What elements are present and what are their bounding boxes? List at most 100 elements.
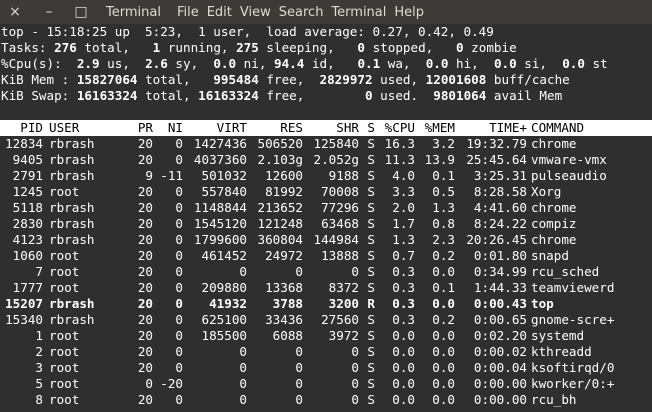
cell-time: 0:34.99 bbox=[473, 264, 527, 279]
cell-state: R bbox=[367, 296, 375, 311]
cell-user: root bbox=[49, 248, 80, 263]
cell-mem: 0.0 bbox=[432, 392, 455, 407]
cell-ni: 0 bbox=[175, 184, 183, 199]
cell-pr: PR bbox=[137, 120, 153, 135]
cell-shr: 3200 bbox=[328, 296, 359, 311]
cell-shr: 63468 bbox=[321, 216, 359, 231]
table-row: 4123 rbrash 20 0 1799600 360804 144984 S 1.3 2.3 2… bbox=[0, 232, 652, 248]
cell-command: vmware-vmx bbox=[531, 152, 607, 167]
cell-command: chrome bbox=[531, 200, 577, 215]
cell-pr: 20 bbox=[137, 232, 153, 247]
cell-shr: 8372 bbox=[328, 280, 359, 295]
cell-pr: 20 bbox=[137, 248, 153, 263]
cell-virt: 1427436 bbox=[193, 136, 247, 151]
cell-pr: 20 bbox=[137, 296, 153, 311]
cell-user: rbrash bbox=[49, 232, 95, 247]
cell-cpu: 0.0 bbox=[392, 344, 415, 359]
cell-time: 4:41.60 bbox=[473, 200, 527, 215]
cell-time: 0:00.00 bbox=[473, 392, 527, 407]
table-row: 12834 rbrash 20 0 1427436 506520 125840 S 16.3 3.… bbox=[0, 136, 652, 152]
cell-command: systemd bbox=[531, 328, 585, 343]
menu-view[interactable]: View bbox=[240, 5, 271, 20]
cell-mem: 0.5 bbox=[432, 184, 455, 199]
cell-pid: 8 bbox=[35, 392, 43, 407]
table-row: 1 root 20 0 185500 6088 3972 S 0.0 0.0 0:02.20 syst… bbox=[0, 328, 652, 344]
cell-cpu: 0.3 bbox=[392, 280, 415, 295]
cell-user: root bbox=[49, 264, 80, 279]
table-row: 9405 rbrash 20 0 4037360 2.103g 2.052g S 11.3 13.… bbox=[0, 152, 652, 168]
cell-pr: 0 bbox=[145, 376, 153, 391]
cell-pr: 20 bbox=[137, 360, 153, 375]
cell-ni: 0 bbox=[175, 216, 183, 231]
close-icon[interactable]: × bbox=[4, 1, 26, 23]
table-row: 7 root 20 0 0 0 0 S 0.3 0.0 0:34.99 rcu_sched bbox=[0, 264, 652, 280]
cell-pid: 1 bbox=[35, 328, 43, 343]
cell-cpu: 0.3 bbox=[392, 312, 415, 327]
cell-command: teamviewerd bbox=[531, 280, 615, 295]
cell-ni: 0 bbox=[175, 136, 183, 151]
cell-command: compiz bbox=[531, 216, 577, 231]
cell-user: rbrash bbox=[49, 216, 95, 231]
cell-pid: PID bbox=[20, 120, 43, 135]
menu-edit[interactable]: Edit bbox=[207, 5, 232, 20]
table-row: 3 root 20 0 0 0 0 S 0.0 0.0 0:00.04 ksoftirqd/0 bbox=[0, 360, 652, 376]
menu-terminal[interactable]: Terminal bbox=[331, 5, 386, 20]
cell-pid: 1060 bbox=[12, 248, 43, 263]
cell-time: 0:00.04 bbox=[473, 360, 527, 375]
cell-cpu: %CPU bbox=[384, 120, 415, 135]
cell-time: 19:32.79 bbox=[466, 136, 527, 151]
cell-time: 20:26.45 bbox=[466, 232, 527, 247]
cell-state: S bbox=[367, 312, 375, 327]
cell-shr: 0 bbox=[351, 344, 359, 359]
cell-time: 8:24.22 bbox=[473, 216, 527, 231]
cell-res: 13368 bbox=[265, 280, 303, 295]
terminal-output[interactable]: top - 15:18:25 up 5:23, 1 user, load ave… bbox=[0, 24, 652, 412]
cell-pid: 2791 bbox=[12, 168, 43, 183]
cell-ni: 0 bbox=[175, 264, 183, 279]
cell-mem: 1.3 bbox=[432, 200, 455, 215]
cell-pid: 2830 bbox=[12, 216, 43, 231]
cell-shr: 70008 bbox=[321, 184, 359, 199]
table-row: 15340 rbrash 20 0 625100 33436 27560 S 0.3 0.2 0:0… bbox=[0, 312, 652, 328]
cell-shr: 0 bbox=[351, 264, 359, 279]
cell-shr: 2.052g bbox=[313, 152, 360, 167]
menu-search[interactable]: Search bbox=[279, 5, 324, 20]
cell-res: 213652 bbox=[257, 200, 304, 215]
cell-pr: 20 bbox=[137, 184, 153, 199]
cell-state: S bbox=[367, 216, 375, 231]
cell-user: rbrash bbox=[49, 312, 95, 327]
cell-mem: 0.0 bbox=[432, 264, 455, 279]
cell-virt: 41932 bbox=[209, 296, 247, 311]
cell-virt: 501032 bbox=[201, 168, 248, 183]
cell-command: chrome bbox=[531, 232, 577, 247]
cell-cpu: 0.0 bbox=[392, 376, 415, 391]
menu-help[interactable]: Help bbox=[394, 5, 424, 20]
cell-state: S bbox=[367, 232, 375, 247]
cell-state: S bbox=[367, 184, 375, 199]
window-title: Terminal bbox=[106, 4, 161, 20]
tasks-line: Tasks: 276 total, 1 running, 275 sleepin… bbox=[1, 40, 517, 55]
cell-virt: 4037360 bbox=[193, 152, 247, 167]
cell-virt: 1799600 bbox=[193, 232, 247, 247]
cell-user: USER bbox=[49, 120, 80, 135]
cell-ni: 0 bbox=[175, 280, 183, 295]
mem-line: KiB Mem : 15827064 total, 995484 free, 2… bbox=[1, 72, 570, 87]
cpu-line: %Cpu(s): 2.9 us, 2.6 sy, 0.0 ni, 94.4 id… bbox=[1, 56, 608, 71]
cell-cpu: 16.3 bbox=[384, 136, 415, 151]
cell-res: 3788 bbox=[272, 296, 303, 311]
cell-user: root bbox=[49, 328, 80, 343]
cell-time: TIME+ bbox=[489, 120, 527, 135]
menu-file[interactable]: File bbox=[177, 5, 199, 20]
cell-mem: 0.2 bbox=[432, 312, 455, 327]
cell-pid: 7 bbox=[35, 264, 43, 279]
cell-shr: 13888 bbox=[321, 248, 359, 263]
cell-shr: 144984 bbox=[313, 232, 360, 247]
cell-virt: 461452 bbox=[201, 248, 248, 263]
cell-pid: 3 bbox=[35, 360, 43, 375]
cell-shr: 77296 bbox=[321, 200, 359, 215]
cell-user: rbrash bbox=[49, 296, 95, 311]
cell-command: ksoftirqd/0 bbox=[531, 360, 615, 375]
minimize-icon[interactable]: – bbox=[38, 1, 60, 23]
cell-cpu: 3.3 bbox=[392, 184, 415, 199]
maximize-icon[interactable]: □ bbox=[70, 1, 92, 23]
